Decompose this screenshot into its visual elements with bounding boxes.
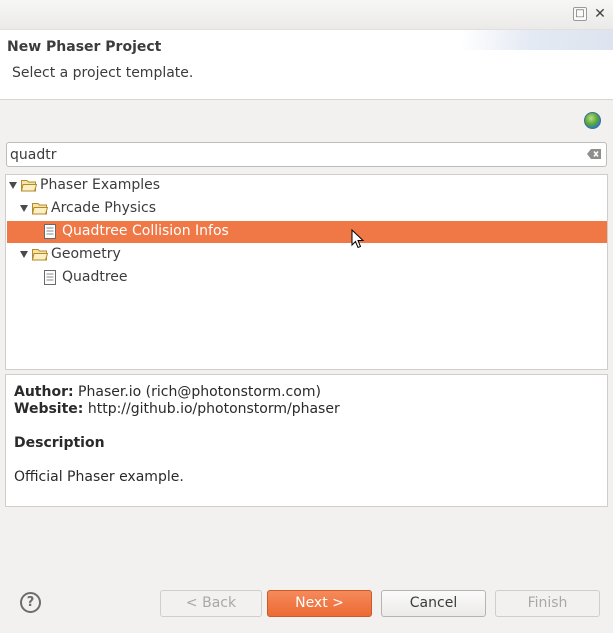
help-icon[interactable]: ? (20, 592, 41, 613)
tree-item-label: Quadtree Collision Infos (62, 223, 229, 239)
cancel-button[interactable]: Cancel (381, 590, 486, 617)
wizard-title: New Phaser Project (7, 39, 162, 55)
website-line: Website: http://github.io/photonstorm/ph… (14, 401, 340, 417)
tree-item-label: Phaser Examples (40, 177, 161, 193)
tree-item-label: Quadtree (62, 269, 128, 285)
template-tree[interactable]: Phaser Examples Arcade Physics Quadtree … (5, 174, 608, 370)
file-icon (44, 270, 56, 285)
window-titlebar: □ ✕ (0, 0, 613, 30)
tree-item-arcade-physics[interactable]: Arcade Physics (7, 198, 607, 220)
search-field[interactable] (6, 142, 607, 167)
tree-item-quadtree-collision-infos[interactable]: Quadtree Collision Infos (7, 221, 607, 243)
expand-triangle-icon[interactable] (20, 205, 28, 212)
clear-search-icon[interactable] (587, 148, 602, 160)
tree-item-label: Arcade Physics (51, 200, 157, 216)
tree-item-label: Geometry (51, 246, 121, 262)
header-banner-graphic (463, 30, 613, 50)
author-value: Phaser.io (rich@photonstorm.com) (78, 384, 321, 400)
template-details-panel: Author: Phaser.io (rich@photonstorm.com)… (5, 374, 608, 507)
back-button[interactable]: < Back (160, 590, 262, 617)
wizard-header: New Phaser Project Select a project temp… (0, 30, 613, 100)
author-label: Author: (14, 384, 74, 400)
expand-triangle-icon[interactable] (20, 251, 28, 258)
website-link[interactable]: http://github.io/photonstorm/phaser (88, 401, 340, 417)
expand-triangle-icon[interactable] (9, 182, 17, 189)
mouse-cursor-icon (351, 229, 365, 249)
folder-open-icon (21, 180, 37, 192)
close-icon[interactable]: ✕ (593, 7, 607, 21)
description-heading: Description (14, 435, 105, 451)
description-text: Official Phaser example. (14, 469, 184, 485)
folder-open-icon (32, 249, 48, 261)
maximize-icon[interactable]: □ (573, 7, 587, 21)
tree-item-quadtree[interactable]: Quadtree (7, 267, 607, 289)
file-icon (44, 224, 56, 239)
tree-item-geometry[interactable]: Geometry (7, 244, 607, 266)
wizard-subtitle: Select a project template. (12, 65, 194, 81)
globe-icon[interactable] (584, 112, 601, 129)
tree-item-phaser-examples[interactable]: Phaser Examples (7, 175, 607, 197)
finish-button[interactable]: Finish (495, 590, 600, 617)
folder-open-icon (32, 203, 48, 215)
search-input[interactable] (10, 145, 580, 164)
author-line: Author: Phaser.io (rich@photonstorm.com) (14, 384, 321, 400)
next-button[interactable]: Next > (267, 590, 372, 617)
website-label: Website: (14, 401, 84, 417)
